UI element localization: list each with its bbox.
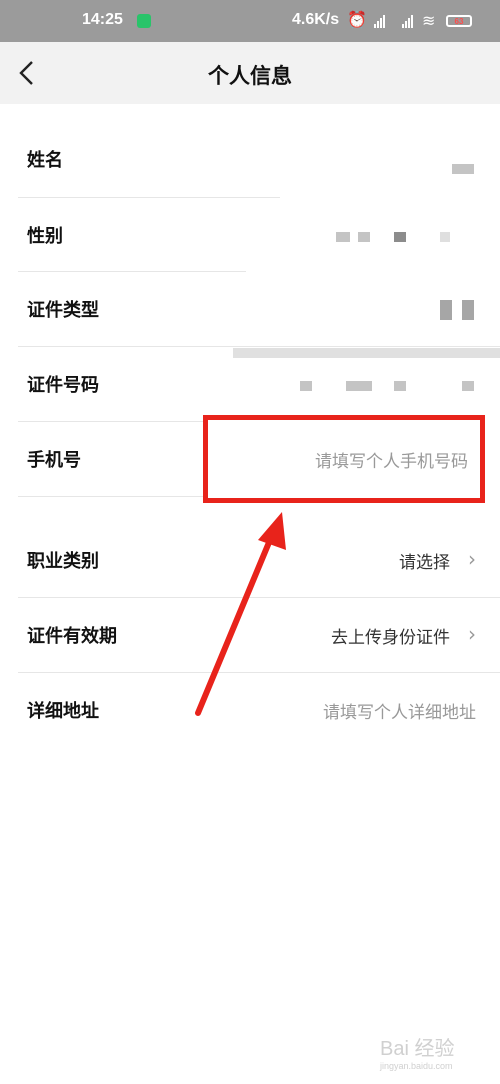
annotation-arrow xyxy=(195,512,286,716)
watermark-text: Bai 经验 xyxy=(380,1038,455,1060)
watermark-url: jingyan.baidu.com xyxy=(380,1061,453,1071)
watermark-logo: Bai 经验 jingyan.baidu.com xyxy=(380,1032,490,1080)
